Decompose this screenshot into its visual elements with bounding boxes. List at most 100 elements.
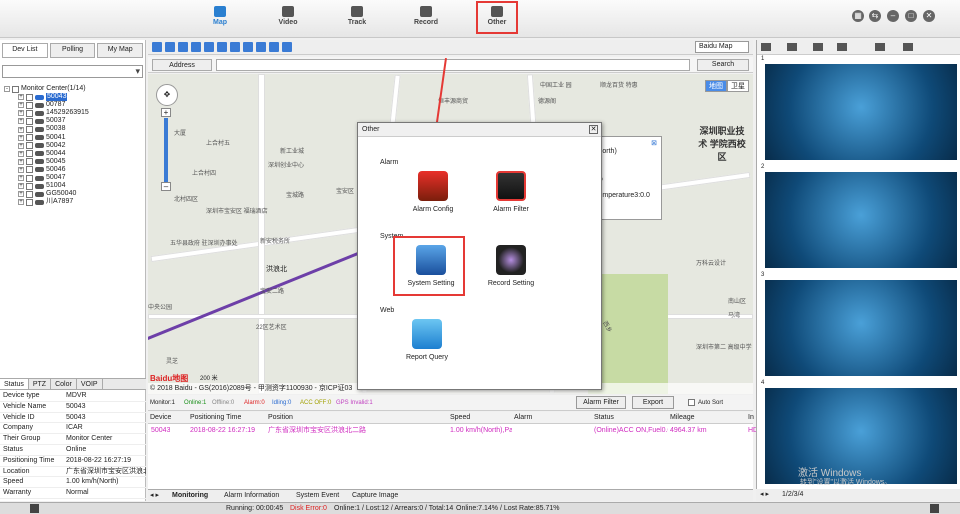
- scroll-left-icon[interactable]: ◂ ▸: [150, 490, 159, 501]
- expand-icon[interactable]: +: [18, 175, 24, 182]
- tab-capture-image[interactable]: Capture Image: [352, 490, 398, 501]
- checkbox[interactable]: [26, 158, 33, 166]
- flag-icon[interactable]: [204, 42, 214, 52]
- audio-icon[interactable]: [903, 43, 913, 51]
- pan-control[interactable]: ✥: [156, 84, 178, 106]
- record-setting-button[interactable]: Record Setting: [476, 245, 546, 287]
- tree-root[interactable]: - Monitor Center(1/14): [4, 85, 141, 93]
- tree-node[interactable]: +00787: [4, 101, 141, 109]
- minus-icon[interactable]: [165, 42, 175, 52]
- tree-node[interactable]: +50044: [4, 150, 141, 158]
- window-icon[interactable]: [813, 43, 823, 51]
- scissors-icon[interactable]: [787, 43, 797, 51]
- camera-icon[interactable]: [837, 43, 847, 51]
- collapse-icon[interactable]: -: [4, 86, 10, 93]
- nav-track[interactable]: Track: [333, 3, 381, 33]
- tree-node[interactable]: +14529263915: [4, 109, 141, 117]
- grid-icon[interactable]: ▦: [852, 10, 864, 22]
- map-type-map[interactable]: 地图: [705, 80, 727, 92]
- checkbox[interactable]: [26, 182, 33, 190]
- tab-alarm-information[interactable]: Alarm Information: [224, 490, 279, 501]
- tab-polling[interactable]: Polling: [49, 43, 96, 58]
- zoom-slider[interactable]: [164, 118, 168, 190]
- expand-icon[interactable]: [930, 504, 939, 513]
- checkbox[interactable]: [26, 198, 33, 206]
- map-type-satellite[interactable]: 卫星: [727, 80, 749, 92]
- tree-node[interactable]: +50043: [4, 93, 141, 102]
- rectangle-icon[interactable]: [230, 42, 240, 52]
- layout-icon[interactable]: [761, 43, 771, 51]
- tab-ptz[interactable]: PTZ: [29, 379, 52, 389]
- nav-map[interactable]: Map: [196, 3, 244, 33]
- tree-node[interactable]: +50038: [4, 125, 141, 134]
- expand-icon[interactable]: +: [18, 102, 24, 109]
- scroll-icon[interactable]: ◂ ▸: [760, 489, 769, 500]
- circle-icon[interactable]: [217, 42, 227, 52]
- tab-my-map[interactable]: My Map: [97, 43, 144, 58]
- map-type-select[interactable]: Baidu Map: [695, 41, 749, 53]
- expand-icon[interactable]: +: [18, 142, 24, 149]
- collapse-icon[interactable]: [30, 504, 39, 513]
- nav-record[interactable]: Record: [402, 3, 450, 33]
- pan-icon[interactable]: [178, 42, 188, 52]
- checkbox[interactable]: [26, 150, 33, 158]
- tab-monitoring[interactable]: Monitoring: [172, 490, 208, 501]
- nav-video[interactable]: Video: [264, 3, 312, 33]
- alarm-filter-button[interactable]: Alarm Filter: [576, 396, 626, 409]
- measure-icon[interactable]: [191, 42, 201, 52]
- address-input[interactable]: [216, 59, 690, 71]
- play-icon[interactable]: [875, 43, 885, 51]
- checkbox[interactable]: [26, 134, 33, 142]
- expand-icon[interactable]: +: [18, 134, 24, 141]
- expand-icon[interactable]: +: [18, 158, 24, 165]
- tree-node[interactable]: + 川A7897: [4, 198, 141, 206]
- tree-node[interactable]: +50046: [4, 166, 141, 174]
- tree-node[interactable]: +51004: [4, 182, 141, 190]
- search-button[interactable]: Search: [697, 59, 749, 71]
- expand-icon[interactable]: +: [18, 166, 24, 173]
- close-icon[interactable]: ✕: [923, 10, 935, 22]
- expand-icon[interactable]: +: [18, 110, 24, 117]
- expand-icon[interactable]: +: [18, 94, 24, 101]
- tree-node[interactable]: +50045: [4, 158, 141, 166]
- zoom-out-button[interactable]: –: [161, 182, 171, 191]
- video-page-tabs[interactable]: 1/2/3/4: [782, 489, 803, 500]
- checkbox[interactable]: [26, 101, 33, 109]
- checkbox[interactable]: [26, 109, 33, 117]
- expand-icon[interactable]: +: [18, 150, 24, 157]
- checkbox[interactable]: [12, 85, 19, 93]
- expand-icon[interactable]: +: [18, 118, 24, 125]
- alarm-config-button[interactable]: Alarm Config: [398, 171, 468, 213]
- refresh-icon[interactable]: [282, 42, 292, 52]
- video-slot[interactable]: 1: [759, 56, 959, 163]
- video-slot[interactable]: 2: [759, 164, 959, 271]
- close-icon[interactable]: ⊠: [651, 139, 657, 149]
- minimize-icon[interactable]: –: [887, 10, 899, 22]
- expand-icon[interactable]: +: [18, 183, 24, 190]
- export-button[interactable]: Export: [632, 396, 674, 409]
- tab-system-event[interactable]: System Event: [296, 490, 339, 501]
- checkbox[interactable]: [26, 166, 33, 174]
- route-icon[interactable]: [269, 42, 279, 52]
- alarm-filter-button[interactable]: Alarm Filter: [476, 171, 546, 213]
- nav-other[interactable]: Other: [476, 1, 518, 34]
- tree-node[interactable]: +50037: [4, 117, 141, 125]
- device-filter-combo[interactable]: [2, 65, 143, 78]
- tab-status[interactable]: Status: [0, 379, 29, 389]
- expand-icon[interactable]: +: [18, 199, 24, 206]
- checkbox[interactable]: [26, 117, 33, 125]
- polygon-icon[interactable]: [243, 42, 253, 52]
- add-icon[interactable]: [152, 42, 162, 52]
- checkbox[interactable]: [26, 174, 33, 182]
- checkbox[interactable]: [26, 190, 33, 198]
- tab-dev-list[interactable]: Dev List: [2, 43, 48, 58]
- tab-color[interactable]: Color: [51, 379, 77, 389]
- video-slot[interactable]: 3: [759, 272, 959, 379]
- expand-icon[interactable]: +: [18, 126, 24, 133]
- tab-voip[interactable]: VOIP: [77, 379, 103, 389]
- expand-icon[interactable]: +: [18, 191, 24, 198]
- checkbox[interactable]: [26, 126, 33, 134]
- zoom-in-button[interactable]: +: [161, 108, 171, 117]
- report-query-button[interactable]: Report Query: [392, 319, 462, 361]
- line-icon[interactable]: [256, 42, 266, 52]
